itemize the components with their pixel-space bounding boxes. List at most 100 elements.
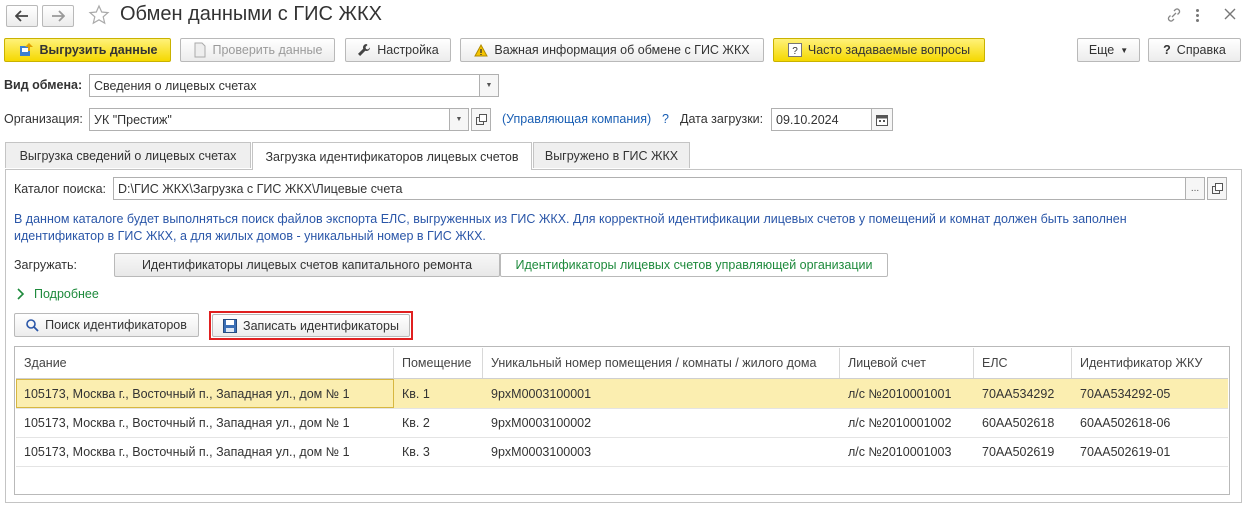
wrench-icon [357, 43, 371, 57]
cell-account[interactable]: л/с №2010001003 [840, 437, 974, 466]
faq-button[interactable]: ? Часто задаваемые вопросы [773, 38, 985, 62]
cell-els[interactable]: 70AA534292 [974, 379, 1072, 408]
catalog-value: D:\ГИС ЖКХ\Загрузка с ГИС ЖКХ\Лицевые сч… [118, 181, 403, 196]
info-text-line1: В данном каталоге будет выполняться поис… [14, 212, 1127, 226]
org-value: УК "Престиж" [94, 112, 172, 127]
details-toggle[interactable]: Подробнее [16, 287, 99, 301]
cell-unique-number[interactable]: 9pxM0003100001 [483, 379, 840, 408]
org-dropdown-button[interactable]: ▼ [449, 108, 469, 131]
forward-button[interactable] [42, 5, 74, 27]
exchange-type-value: Сведения о лицевых счетах [94, 78, 257, 93]
catalog-open-button[interactable] [1207, 177, 1227, 200]
cell-account[interactable]: л/с №2010001001 [840, 379, 974, 408]
more-label: Еще [1088, 43, 1115, 57]
link-icon[interactable] [1166, 7, 1182, 26]
cell-premise[interactable]: Кв. 1 [394, 379, 483, 408]
column-header-hcs-id[interactable]: Идентификатор ЖКУ [1072, 348, 1228, 378]
cell-hcs-id[interactable]: 70AA502619-01 [1072, 437, 1228, 466]
cell-account[interactable]: л/с №2010001002 [840, 408, 974, 437]
important-info-button[interactable]: Важная информация об обмене с ГИС ЖКХ [460, 38, 764, 62]
org-select[interactable]: УК "Престиж" [89, 108, 450, 131]
load-option-capital-repair-label: Идентификаторы лицевых счетов капитально… [141, 258, 473, 272]
cell-premise[interactable]: Кв. 3 [394, 437, 483, 466]
load-date-label: Дата загрузки: [680, 112, 764, 126]
more-button[interactable]: Еще ▼ [1077, 38, 1140, 62]
column-header-building[interactable]: Здание [16, 348, 394, 378]
search-identifiers-button[interactable]: Поиск идентификаторов [14, 313, 199, 337]
catalog-field[interactable]: D:\ГИС ЖКХ\Загрузка с ГИС ЖКХ\Лицевые сч… [113, 177, 1186, 200]
upload-icon [18, 42, 34, 58]
row-divider [16, 466, 1228, 467]
calendar-icon [876, 114, 888, 126]
cell-unique-number[interactable]: 9pxM0003100003 [483, 437, 840, 466]
cell-building[interactable]: 105173, Москва г., Восточный п., Западна… [16, 379, 394, 408]
question-icon: ? [787, 43, 802, 57]
window-title: Обмен данными с ГИС ЖКХ [120, 3, 383, 25]
org-role-link[interactable]: (Управляющая компания) [502, 112, 651, 126]
warning-icon [474, 43, 489, 57]
tab-uploaded[interactable]: Выгружено в ГИС ЖКХ [533, 142, 690, 168]
info-text-line2: идентификатор в ГИС ЖКХ, а для жилых дом… [14, 229, 486, 243]
exchange-type-label: Вид обмена: [4, 78, 83, 92]
exchange-type-dropdown-button[interactable]: ▼ [479, 74, 499, 97]
arrow-left-icon [15, 10, 28, 22]
cell-building[interactable]: 105173, Москва г., Восточный п., Западна… [16, 408, 394, 437]
check-data-label: Проверить данные [212, 43, 323, 57]
org-open-button[interactable] [471, 108, 491, 131]
tab-label: Выгружено в ГИС ЖКХ [544, 148, 679, 163]
tab-label: Выгрузка сведений о лицевых счетах [19, 148, 237, 163]
upload-data-button[interactable]: Выгрузить данные [4, 38, 171, 62]
star-icon[interactable] [88, 4, 110, 29]
load-date-value: 09.10.2024 [776, 112, 839, 127]
cell-premise[interactable]: Кв. 2 [394, 408, 483, 437]
write-identifiers-label: Записать идентификаторы [243, 318, 399, 333]
cell-hcs-id[interactable]: 60AA502618-06 [1072, 408, 1228, 437]
catalog-browse-button[interactable]: ... [1185, 177, 1205, 200]
tab-label: Загрузка идентификаторов лицевых счетов [265, 149, 519, 164]
help-label: Справка [1176, 43, 1226, 57]
chevron-down-icon: ▼ [1120, 45, 1129, 55]
load-option-capital-repair[interactable]: Идентификаторы лицевых счетов капитально… [114, 253, 500, 277]
exchange-type-select[interactable]: Сведения о лицевых счетах [89, 74, 480, 97]
column-header-unique-number[interactable]: Уникальный номер помещения / комнаты / ж… [483, 348, 840, 378]
catalog-browse-label: ... [1190, 183, 1200, 194]
open-icon [1211, 183, 1223, 194]
save-icon [223, 318, 238, 333]
cell-building[interactable]: 105173, Москва г., Восточный п., Западна… [16, 437, 394, 466]
load-option-management[interactable]: Идентификаторы лицевых счетов управляюще… [500, 253, 888, 277]
back-button[interactable] [6, 5, 38, 27]
calendar-button[interactable] [871, 108, 893, 131]
tab-upload-accounts[interactable]: Выгрузка сведений о лицевых счетах [5, 142, 251, 168]
column-header-premise[interactable]: Помещение [394, 348, 483, 378]
open-icon [475, 114, 487, 125]
chevron-right-icon [17, 288, 25, 300]
catalog-label: Каталог поиска: [14, 182, 107, 196]
help-button[interactable]: ? Справка [1148, 38, 1241, 62]
help-mark[interactable]: ? [662, 112, 669, 126]
cell-hcs-id[interactable]: 70AA534292-05 [1072, 379, 1228, 408]
settings-label: Настройка [377, 43, 439, 57]
search-icon [26, 318, 39, 332]
check-data-button[interactable]: Проверить данные [180, 38, 335, 62]
chevron-down-icon: ▼ [485, 82, 493, 89]
upload-data-label: Выгрузить данные [39, 43, 158, 57]
load-date-field[interactable]: 09.10.2024 [771, 108, 872, 131]
more-vertical-icon[interactable] [1192, 5, 1202, 25]
details-label: Подробнее [34, 287, 99, 301]
document-icon [193, 42, 207, 58]
important-info-label: Важная информация об обмене с ГИС ЖКХ [494, 43, 750, 57]
org-label: Организация: [4, 112, 83, 126]
load-label: Загружать: [14, 258, 78, 272]
cell-els[interactable]: 60AA502618 [974, 408, 1072, 437]
column-header-account[interactable]: Лицевой счет [840, 348, 974, 378]
close-icon[interactable] [1222, 6, 1238, 25]
faq-label: Часто задаваемые вопросы [807, 43, 971, 57]
cell-unique-number[interactable]: 9pxM0003100002 [483, 408, 840, 437]
tab-load-identifiers[interactable]: Загрузка идентификаторов лицевых счетов [252, 142, 532, 170]
load-option-management-label: Идентификаторы лицевых счетов управляюще… [515, 258, 873, 272]
settings-button[interactable]: Настройка [345, 38, 451, 62]
search-identifiers-label: Поиск идентификаторов [45, 318, 187, 332]
cell-els[interactable]: 70AA502619 [974, 437, 1072, 466]
column-header-els[interactable]: ЕЛС [974, 348, 1072, 378]
write-identifiers-button[interactable]: Записать идентификаторы [212, 314, 410, 337]
